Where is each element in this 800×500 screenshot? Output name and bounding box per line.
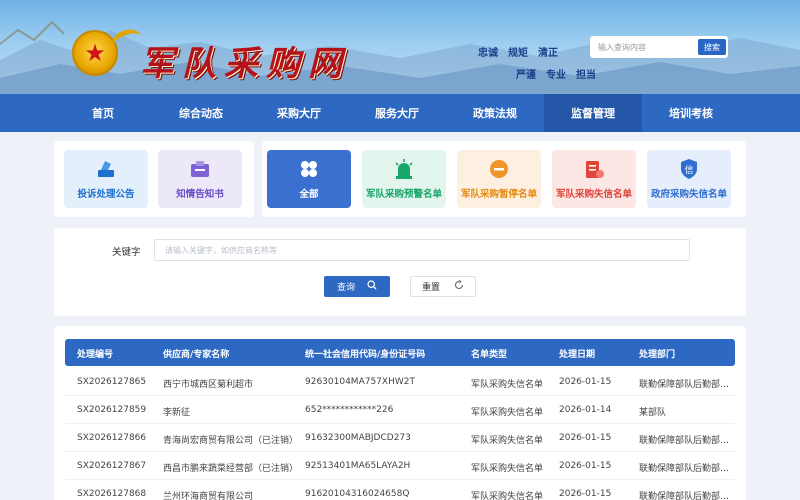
card-label: 军队采购暂停名单 (460, 189, 537, 200)
svg-text:信: 信 (684, 164, 693, 176)
cell-supplier[interactable]: 西宁市城西区菊利超市 (163, 377, 253, 390)
table-row[interactable]: SX2026127865 西宁市城西区菊利超市 92630104MA757XHW… (65, 368, 735, 396)
card-label: 军队采购失信名单 (555, 189, 632, 200)
cell-list-type: 军队采购失信名单 (471, 408, 544, 418)
slogan-text: 担当 (576, 70, 596, 81)
card-label: 投诉处理公告 (77, 189, 135, 200)
column-header: 统一社会信用代码/身份证号码 (305, 350, 426, 360)
complaint-icon (95, 158, 117, 180)
column-header: 供应商/专家名称 (163, 350, 230, 360)
slogan-text: 清正 (538, 48, 558, 59)
cell-date: 2026-01-15 (559, 489, 612, 499)
cell-supplier[interactable]: 青海尚宏商贸有限公司（已注销） (163, 433, 298, 446)
column-header: 名单类型 (471, 350, 508, 360)
slogan-text: 规矩 (508, 48, 528, 59)
query-button-label: 查询 (336, 283, 355, 293)
search-icon (367, 280, 377, 293)
cell-credit-code: 91620104316024658Q (305, 489, 410, 499)
nav-item-home[interactable]: 首页 (54, 94, 152, 132)
reset-button-label: 重置 (421, 283, 440, 293)
pause-icon (488, 158, 510, 180)
nav-item-training[interactable]: 培训考核 (642, 94, 740, 132)
refresh-icon (454, 279, 464, 293)
column-header: 处理部门 (639, 350, 676, 360)
cell-supplier[interactable]: 西昌市鹏来蔬菜经营部（已注销） (163, 461, 298, 474)
results-table: 处理编号 供应商/专家名称 统一社会信用代码/身份证号码 名单类型 处理日期 处… (54, 326, 746, 500)
grid-icon (298, 158, 320, 180)
cell-department: 某部队 (639, 408, 667, 418)
table-header: 处理编号 供应商/专家名称 统一社会信用代码/身份证号码 名单类型 处理日期 处… (65, 339, 735, 366)
table-row[interactable]: SX2026127866 青海尚宏商贸有限公司（已注销） 91632300MAB… (65, 424, 735, 452)
cell-department: 联勤保障部队后勤部… (639, 380, 729, 390)
table-row[interactable]: SX2026127859 李新征 652************226 军队采购… (65, 396, 735, 424)
reset-button[interactable]: 重置 (410, 276, 476, 297)
cell-department: 联勤保障部队后勤部… (639, 436, 729, 446)
cell-credit-code: 92513401MA65LAYA2H (305, 461, 411, 471)
cell-department: 联勤保障部队后勤部… (639, 492, 729, 500)
complaint-announcement-card[interactable]: 投诉处理公告 (64, 150, 148, 208)
table-row[interactable]: SX2026127868 兰州环海商贸有限公司 9162010431602465… (65, 480, 735, 500)
column-header: 处理日期 (559, 350, 596, 360)
slogan-text: 忠诚 (478, 48, 498, 59)
cell-department: 联勤保障部队后勤部… (639, 464, 729, 474)
header-search-button[interactable]: 搜索 (698, 39, 726, 55)
cell-date: 2026-01-15 (559, 461, 612, 471)
cell-credit-code: 92630104MA757XHW2T (305, 377, 415, 387)
cell-id: SX2026127866 (77, 433, 147, 443)
cell-credit-code: 91632300MABJDCD273 (305, 433, 411, 443)
site-title: 军队采购网 (140, 44, 350, 84)
filter-all-card[interactable]: 全部 (267, 150, 351, 208)
cell-date: 2026-01-15 (559, 377, 612, 387)
site-banner: ★ 军队采购网 忠诚 规矩 清正 严谨 专业 担当 搜索 (0, 0, 800, 94)
cell-supplier[interactable]: 李新征 (163, 405, 190, 418)
cell-credit-code: 652************226 (305, 405, 394, 415)
announcement-panel: 投诉处理公告 知情告知书 (54, 141, 254, 217)
keyword-input[interactable] (154, 239, 690, 261)
cell-list-type: 军队采购失信名单 (471, 380, 544, 390)
keyword-label: 关键字 (112, 247, 141, 258)
nav-item-service-hall[interactable]: 服务大厅 (348, 94, 446, 132)
nav-item-supervision[interactable]: 监督管理 (544, 94, 642, 132)
nav-item-procurement-hall[interactable]: 采购大厅 (250, 94, 348, 132)
credit-icon: 信 (678, 158, 700, 180)
nav-item-policy[interactable]: 政策法规 (446, 94, 544, 132)
suspension-list-card[interactable]: 军队采购暂停名单 (457, 150, 541, 208)
search-filter-panel: 关键字 查询 重置 (54, 228, 746, 316)
military-dishonest-list-card[interactable]: 军队采购失信名单 (552, 150, 636, 208)
cell-id: SX2026127867 (77, 461, 147, 471)
dishonest-icon (583, 158, 605, 180)
nav-item-news[interactable]: 综合动态 (152, 94, 250, 132)
cell-id: SX2026127865 (77, 377, 147, 387)
government-dishonest-list-card[interactable]: 信 政府采购失信名单 (647, 150, 731, 208)
cell-id: SX2026127859 (77, 405, 147, 415)
cell-id: SX2026127868 (77, 489, 147, 499)
cell-list-type: 军队采购失信名单 (471, 464, 544, 474)
card-label: 政府采购失信名单 (650, 189, 727, 200)
cell-list-type: 军队采购失信名单 (471, 492, 544, 500)
cell-date: 2026-01-15 (559, 433, 612, 443)
card-label: 全部 (299, 189, 319, 200)
informed-notice-card[interactable]: 知情告知书 (158, 150, 242, 208)
column-header: 处理编号 (77, 350, 114, 360)
cell-date: 2026-01-14 (559, 405, 612, 415)
slogan-text: 专业 (546, 70, 566, 81)
notice-icon (189, 158, 211, 180)
warning-list-card[interactable]: 军队采购预警名单 (362, 150, 446, 208)
table-row[interactable]: SX2026127867 西昌市鹏来蔬菜经营部（已注销） 92513401MA6… (65, 452, 735, 480)
card-label: 军队采购预警名单 (365, 189, 442, 200)
card-label: 知情告知书 (176, 189, 224, 200)
slogan-text: 严谨 (516, 70, 536, 81)
cell-supplier[interactable]: 兰州环海商贸有限公司 (163, 489, 253, 500)
list-type-panel: 全部 军队采购预警名单 军队采购暂停名单 军队采购失信名单 信 政府采购失信名单 (262, 141, 746, 217)
army-emblem-icon: ★ (72, 30, 118, 76)
header-search-input[interactable] (592, 38, 698, 56)
query-button[interactable]: 查询 (324, 276, 390, 297)
cell-list-type: 军队采购失信名单 (471, 436, 544, 446)
alarm-icon (393, 158, 415, 180)
main-nav: 首页 综合动态 采购大厅 服务大厅 政策法规 监督管理 培训考核 (0, 94, 800, 132)
header-search: 搜索 (590, 36, 728, 58)
